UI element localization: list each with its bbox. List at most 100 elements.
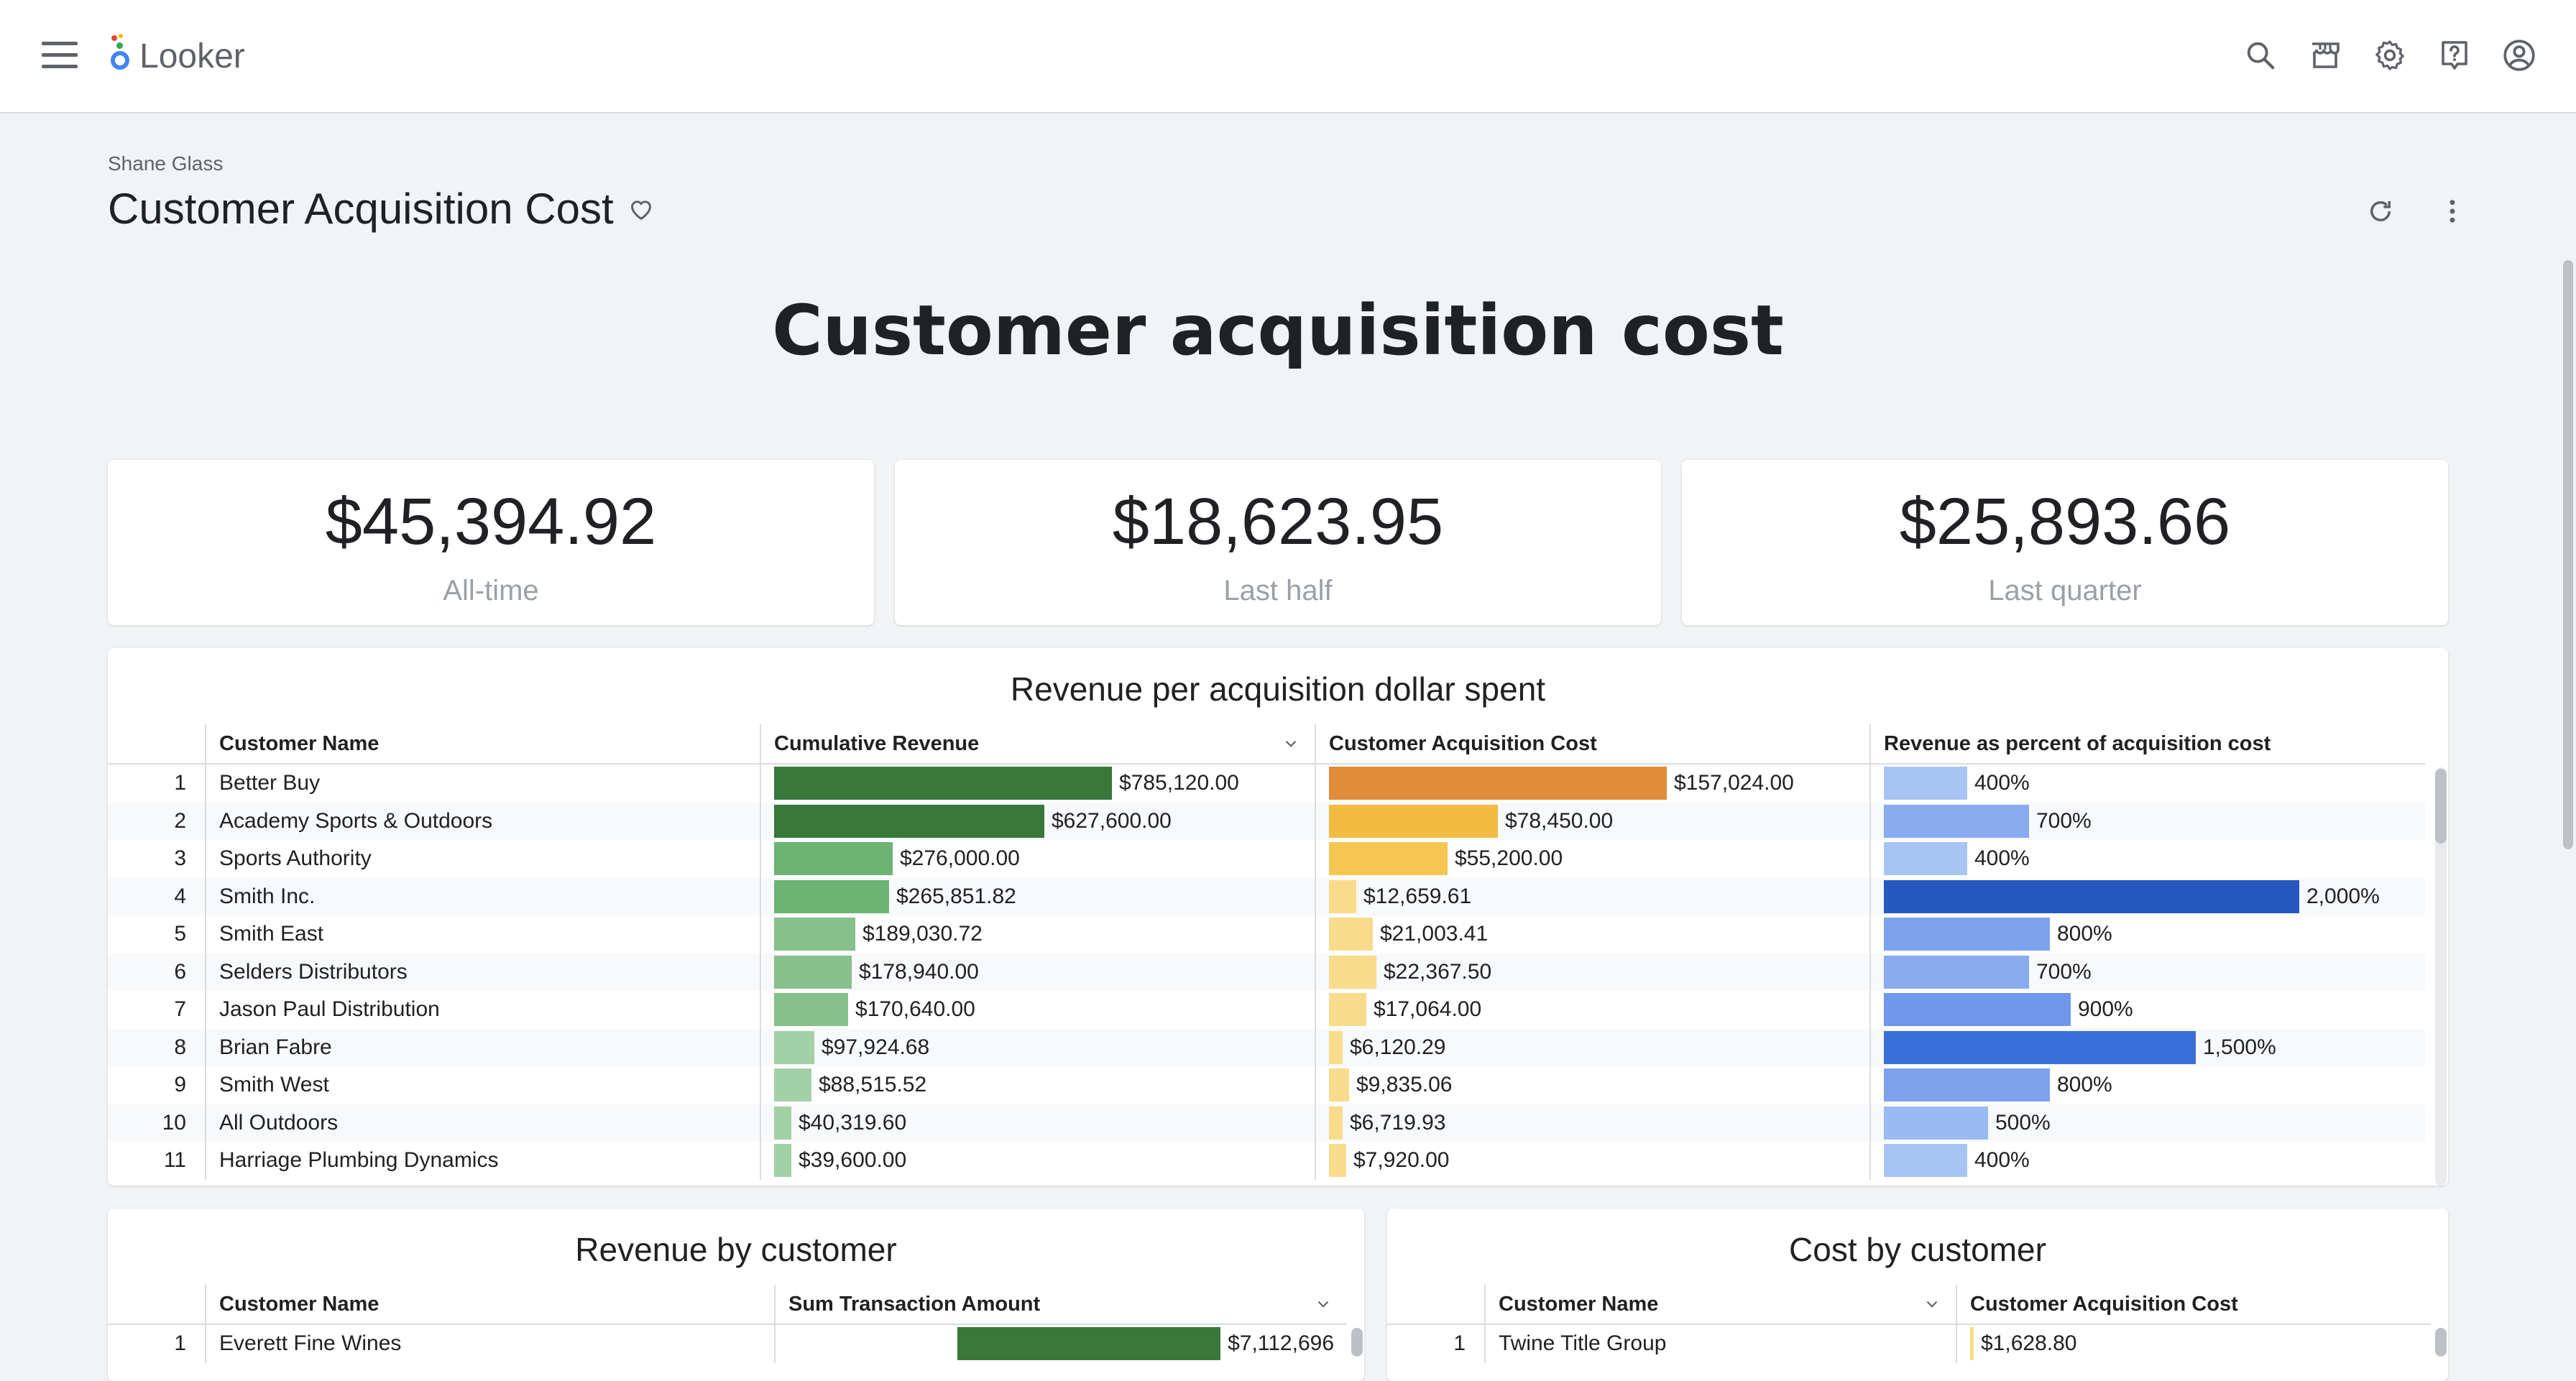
revenue-bar bbox=[774, 804, 1044, 838]
sort-descending-icon[interactable] bbox=[1282, 734, 1300, 759]
kpi-last-quarter-tile[interactable]: $25,893.66 Last quarter bbox=[1682, 460, 2448, 625]
cumulative-revenue-cell[interactable]: $265,851.82 bbox=[760, 877, 1315, 915]
looker-logo[interactable]: Looker bbox=[109, 33, 245, 79]
acquisition-cost-cell[interactable]: $12,659.61 bbox=[1315, 877, 1870, 915]
customer-name-cell[interactable]: Academy Sports & Outdoors bbox=[205, 802, 760, 840]
customer-name-cell[interactable]: Better Buy bbox=[205, 764, 760, 803]
customer-name-cell[interactable]: Smith Inc. bbox=[205, 877, 760, 915]
acquisition-cost-cell[interactable]: $1,628.80 bbox=[1956, 1324, 2431, 1363]
revenue-percent-cell[interactable]: 2,000% bbox=[1869, 877, 2425, 915]
main-menu-icon[interactable] bbox=[42, 42, 78, 70]
cumulative-revenue-cell[interactable]: $785,120.00 bbox=[760, 764, 1315, 803]
customer-name-cell[interactable]: Selders Distributors bbox=[205, 953, 760, 991]
table-scrollbar-thumb[interactable] bbox=[2435, 769, 2447, 844]
revenue-percent-cell[interactable]: 800% bbox=[1869, 1066, 2425, 1104]
bar-value-label: $39,600.00 bbox=[799, 1148, 907, 1173]
acquisition-cost-cell[interactable]: $6,120.29 bbox=[1315, 1028, 1870, 1066]
acquisition-cost-cell[interactable]: $9,835.06 bbox=[1315, 1066, 1870, 1104]
column-header-customer-name[interactable]: Customer Name bbox=[205, 724, 760, 765]
acquisition-cost-cell[interactable]: $6,719.93 bbox=[1315, 1104, 1870, 1142]
kpi-value: $25,893.66 bbox=[1899, 485, 2231, 558]
revenue-by-customer-tile: Revenue by customer Customer Name Sum Tr… bbox=[108, 1209, 1364, 1381]
kpi-label: Last quarter bbox=[1988, 575, 2142, 606]
acquisition-cost-cell[interactable]: $21,003.41 bbox=[1315, 915, 1870, 953]
reload-icon[interactable] bbox=[2363, 194, 2398, 228]
column-header-customer-name[interactable]: Customer Name bbox=[1484, 1285, 1956, 1325]
table-row[interactable]: 5 Smith East $189,030.72 $21,003.41 800% bbox=[108, 915, 2425, 953]
revenue-percent-cell[interactable]: 500% bbox=[1869, 1104, 2425, 1142]
table-row[interactable]: 11 Harriage Plumbing Dynamics $39,600.00 $7… bbox=[108, 1142, 2425, 1180]
customer-name-cell[interactable]: Jason Paul Distribution bbox=[205, 991, 760, 1029]
cumulative-revenue-cell[interactable]: $40,319.60 bbox=[760, 1104, 1315, 1142]
table-row[interactable]: 1 Everett Fine Wines $7,112,696 bbox=[108, 1324, 1347, 1363]
sum-transaction-cell[interactable]: $7,112,696 bbox=[774, 1324, 1347, 1363]
page-scrollbar[interactable] bbox=[2563, 260, 2573, 849]
dashboard-owner[interactable]: Shane Glass bbox=[108, 152, 223, 175]
table-scrollbar-thumb[interactable] bbox=[1351, 1328, 1363, 1357]
account-icon[interactable] bbox=[2500, 36, 2539, 75]
kpi-last-half-tile[interactable]: $18,623.95 Last half bbox=[895, 460, 1661, 625]
revenue-percent-cell[interactable]: 1,500% bbox=[1869, 1028, 2425, 1066]
column-header-sum-transaction[interactable]: Sum Transaction Amount bbox=[774, 1285, 1347, 1325]
revenue-percent-cell[interactable]: 900% bbox=[1869, 991, 2425, 1029]
customer-name-cell[interactable]: Sports Authority bbox=[205, 840, 760, 878]
column-header-acquisition-cost[interactable]: Customer Acquisition Cost bbox=[1956, 1285, 2431, 1325]
customer-name-cell[interactable]: Everett Fine Wines bbox=[205, 1324, 775, 1363]
column-header-cumulative-revenue[interactable]: Cumulative Revenue bbox=[760, 724, 1315, 765]
favorite-heart-icon[interactable] bbox=[627, 195, 656, 223]
customer-name-cell[interactable]: All Outdoors bbox=[205, 1104, 760, 1142]
table-row[interactable]: 1 Better Buy $785,120.00 $157,024.00 400% bbox=[108, 764, 2425, 803]
cumulative-revenue-cell[interactable]: $178,940.00 bbox=[760, 953, 1315, 991]
acquisition-cost-cell[interactable]: $55,200.00 bbox=[1315, 840, 1870, 878]
acquisition-cost-cell[interactable]: $22,367.50 bbox=[1315, 953, 1870, 991]
table-row[interactable]: 7 Jason Paul Distribution $170,640.00 $17,0… bbox=[108, 991, 2425, 1029]
cumulative-revenue-cell[interactable]: $88,515.52 bbox=[760, 1066, 1315, 1104]
acquisition-cost-cell[interactable]: $7,920.00 bbox=[1315, 1142, 1870, 1180]
table-scrollbar-thumb[interactable] bbox=[2435, 1328, 2447, 1357]
customer-name-cell[interactable]: Brian Fabre bbox=[205, 1028, 760, 1066]
table-row[interactable]: 2 Academy Sports & Outdoors $627,600.00 $78… bbox=[108, 802, 2425, 840]
acquisition-cost-cell[interactable]: $17,064.00 bbox=[1315, 991, 1870, 1029]
acquisition-cost-cell[interactable]: $157,024.00 bbox=[1315, 764, 1870, 803]
table-row[interactable]: 6 Selders Distributors $178,940.00 $22,367.… bbox=[108, 953, 2425, 991]
cost-bar bbox=[1329, 879, 1356, 913]
more-options-icon[interactable] bbox=[2435, 194, 2470, 228]
value-bar bbox=[1970, 1327, 1974, 1361]
cumulative-revenue-cell[interactable]: $189,030.72 bbox=[760, 915, 1315, 953]
revenue-percent-cell[interactable]: 700% bbox=[1869, 953, 2425, 991]
sort-descending-icon[interactable] bbox=[1314, 1295, 1333, 1319]
table-row[interactable]: 10 All Outdoors $40,319.60 $6,719.93 500% bbox=[108, 1104, 2425, 1142]
cumulative-revenue-cell[interactable]: $97,924.68 bbox=[760, 1028, 1315, 1066]
customer-name-cell[interactable]: Smith West bbox=[205, 1066, 760, 1104]
tile-title: Revenue per acquisition dollar spent bbox=[1010, 670, 1546, 708]
cumulative-revenue-cell[interactable]: $276,000.00 bbox=[760, 840, 1315, 878]
customer-name-cell[interactable]: Smith East bbox=[205, 915, 760, 953]
table-row[interactable]: 9 Smith West $88,515.52 $9,835.06 800% bbox=[108, 1066, 2425, 1104]
revenue-percent-cell[interactable]: 700% bbox=[1869, 802, 2425, 840]
kpi-all-time-tile[interactable]: $45,394.92 All-time bbox=[108, 460, 874, 625]
column-header-acquisition-cost[interactable]: Customer Acquisition Cost bbox=[1315, 724, 1870, 765]
column-header-revenue-percent[interactable]: Revenue as percent of acquisition cost bbox=[1869, 724, 2425, 765]
search-icon[interactable] bbox=[2241, 36, 2280, 75]
cumulative-revenue-cell[interactable]: $170,640.00 bbox=[760, 991, 1315, 1029]
revenue-percent-cell[interactable]: 400% bbox=[1869, 764, 2425, 803]
sort-descending-icon[interactable] bbox=[1923, 1295, 1941, 1319]
customer-name-cell[interactable]: Twine Title Group bbox=[1484, 1324, 1956, 1363]
column-header-customer-name[interactable]: Customer Name bbox=[205, 1285, 775, 1325]
acquisition-cost-cell[interactable]: $78,450.00 bbox=[1315, 802, 1870, 840]
revenue-percent-cell[interactable]: 800% bbox=[1869, 915, 2425, 953]
marketplace-icon[interactable] bbox=[2306, 36, 2345, 75]
help-icon[interactable] bbox=[2435, 36, 2474, 75]
cumulative-revenue-cell[interactable]: $627,600.00 bbox=[760, 802, 1315, 840]
table-row[interactable]: 4 Smith Inc. $265,851.82 $12,659.61 2,000% bbox=[108, 877, 2425, 915]
percent-bar bbox=[1884, 918, 2050, 951]
table-row[interactable]: 3 Sports Authority $276,000.00 $55,200.00 40… bbox=[108, 840, 2425, 878]
customer-name-cell[interactable]: Harriage Plumbing Dynamics bbox=[205, 1142, 760, 1180]
table-row[interactable]: 8 Brian Fabre $97,924.68 $6,120.29 1,500% bbox=[108, 1028, 2425, 1066]
cumulative-revenue-cell[interactable]: $39,600.00 bbox=[760, 1142, 1315, 1180]
percent-bar bbox=[1884, 955, 2029, 989]
settings-icon[interactable] bbox=[2370, 36, 2409, 75]
revenue-percent-cell[interactable]: 400% bbox=[1869, 840, 2425, 878]
revenue-percent-cell[interactable]: 400% bbox=[1869, 1142, 2425, 1180]
table-row[interactable]: 1 Twine Title Group $1,628.80 bbox=[1387, 1324, 2431, 1363]
